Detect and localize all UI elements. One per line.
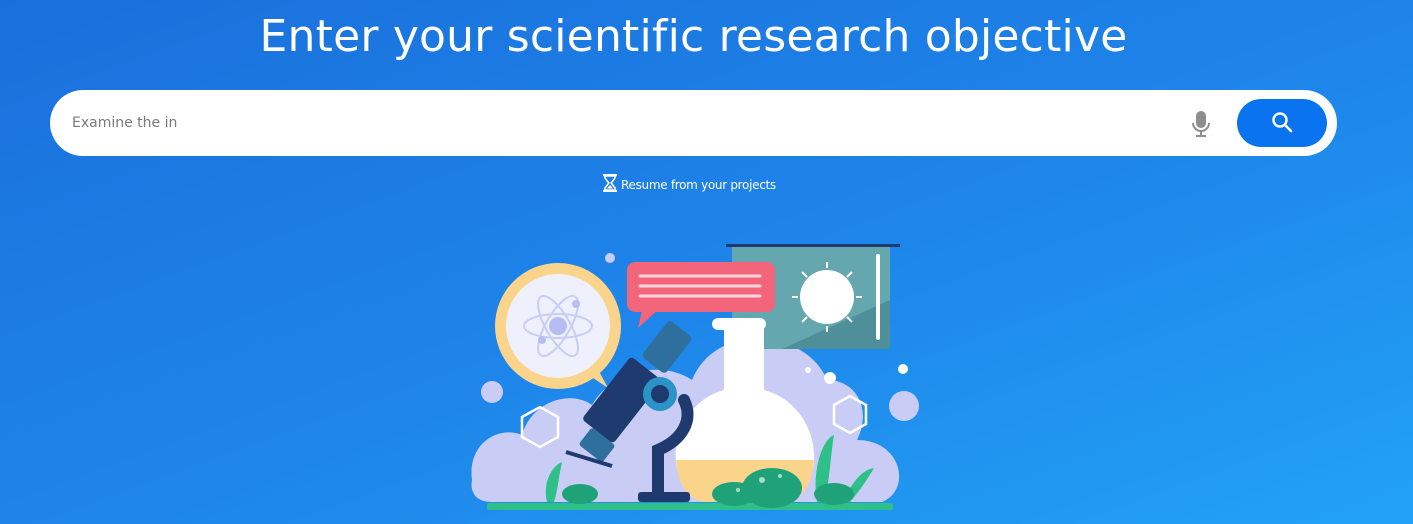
resume-projects-label: Resume from your projects — [621, 177, 776, 192]
search-button[interactable] — [1237, 99, 1327, 147]
search-icon — [1271, 111, 1293, 136]
hourglass-icon — [602, 174, 618, 195]
science-illustration — [462, 240, 922, 515]
search-bar — [50, 90, 1337, 156]
search-input[interactable] — [72, 90, 1172, 156]
microphone-icon[interactable] — [1190, 110, 1212, 138]
resume-projects-link[interactable]: Resume from your projects — [602, 174, 776, 195]
page-title: Enter your scientific research objective — [259, 11, 1128, 62]
